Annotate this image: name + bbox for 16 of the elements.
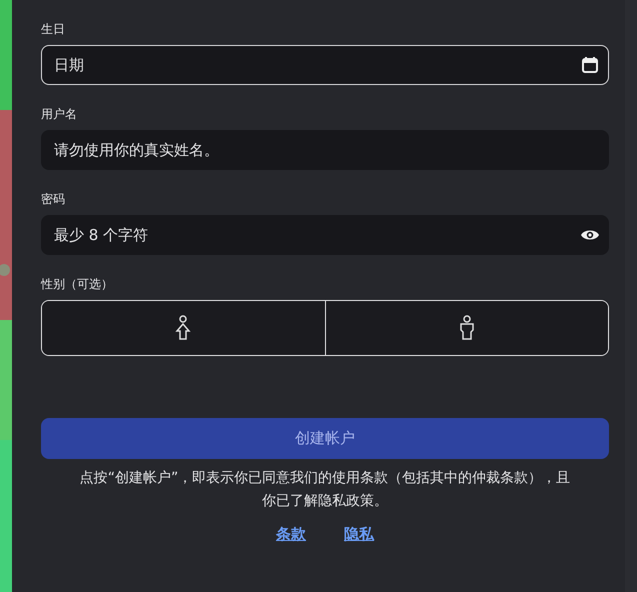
field-label: 密码: [41, 191, 66, 208]
eye-icon[interactable]: [581, 229, 599, 241]
date-field[interactable]: 日期: [41, 45, 609, 85]
male-figure-icon: [458, 315, 475, 341]
field-label: 用户名: [41, 106, 78, 123]
field-label: 性别（可选）: [41, 276, 114, 293]
female-figure-icon: [175, 315, 192, 341]
terms-notice: 点按“创建帐户”，即表示你已同意我们的使用条款（包括其中的仲裁条款），且: [78, 469, 572, 488]
field-label: 生日: [41, 21, 66, 38]
calendar-icon[interactable]: [581, 56, 599, 74]
create-account-button[interactable]: 创建帐户: [41, 418, 609, 459]
footer-link[interactable]: 条款: [276, 525, 306, 544]
input-field[interactable]: 请勿使用你的真实姓名。: [41, 130, 609, 170]
footer-link[interactable]: 隐私: [344, 525, 374, 544]
password-field[interactable]: 最少 8 个字符: [41, 215, 609, 255]
terms-notice: 你已了解隐私政策。: [261, 492, 389, 511]
